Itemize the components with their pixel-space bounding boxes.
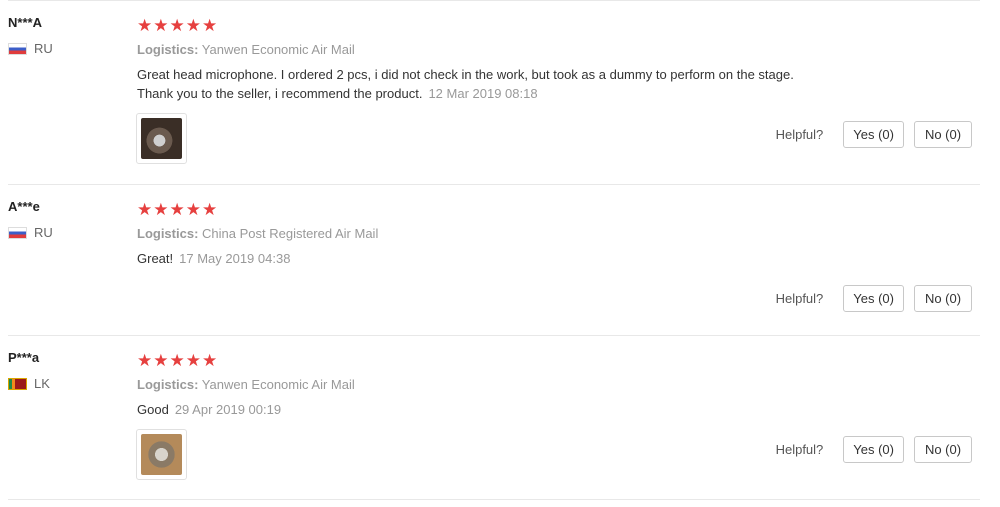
- review-photo-thumbnail[interactable]: [136, 113, 187, 164]
- helpful-vote: Helpful? Yes (0) No (0): [776, 436, 972, 463]
- helpful-vote: Helpful? Yes (0) No (0): [776, 121, 972, 148]
- star-icon: ★: [169, 351, 185, 371]
- review-text: Great head microphone. I ordered 2 pcs, …: [137, 65, 977, 103]
- helpful-label: Helpful?: [775, 442, 824, 457]
- buyer-country: RU: [8, 225, 128, 240]
- review-photo: [141, 118, 182, 159]
- buyer-name: N***A: [8, 15, 42, 30]
- star-icon: ★: [202, 200, 218, 220]
- logistics-label: Logistics:: [137, 377, 199, 392]
- russia-flag-icon: [8, 42, 27, 55]
- star-icon: ★: [153, 351, 169, 371]
- helpful-label: Helpful?: [775, 127, 824, 142]
- review-text-line: Great head microphone. I ordered 2 pcs, …: [137, 67, 794, 82]
- star-icon: ★: [137, 16, 153, 36]
- review-date: 12 Mar 2019 08:18: [428, 86, 538, 101]
- star-icon: ★: [153, 200, 169, 220]
- logistics-value: Yanwen Economic Air Mail: [201, 42, 355, 57]
- buyer-info: P***a LK: [8, 350, 128, 391]
- star-icon: ★: [153, 16, 169, 36]
- country-code: LK: [34, 376, 50, 391]
- russia-flag-icon: [8, 226, 27, 239]
- helpful-yes-button[interactable]: Yes (0): [843, 121, 904, 148]
- helpful-no-button[interactable]: No (0): [914, 436, 972, 463]
- country-code: RU: [34, 41, 53, 56]
- star-icon: ★: [169, 200, 185, 220]
- buyer-info: N***A RU: [8, 15, 128, 56]
- feedback-list: N***A RU ★ ★ ★ ★ ★ Logistics: Yanwen Eco…: [0, 0, 1000, 507]
- review-item: A***e RU ★ ★ ★ ★ ★ Logistics: China Post…: [8, 184, 980, 335]
- review-text-line: Great!: [137, 251, 174, 266]
- review-text-line: Thank you to the seller, i recommend the…: [137, 86, 423, 101]
- star-icon: ★: [185, 16, 201, 36]
- helpful-label: Helpful?: [775, 291, 824, 306]
- buyer-info: A***e RU: [8, 199, 128, 240]
- star-icon: ★: [137, 351, 153, 371]
- helpful-yes-button[interactable]: Yes (0): [843, 285, 904, 312]
- logistics-label: Logistics:: [137, 226, 199, 241]
- review-item: N***A RU ★ ★ ★ ★ ★ Logistics: Yanwen Eco…: [8, 0, 980, 184]
- star-icon: ★: [169, 16, 185, 36]
- review-content: ★ ★ ★ ★ ★ Logistics: Yanwen Economic Air…: [137, 17, 977, 103]
- star-rating: ★ ★ ★ ★ ★: [137, 352, 977, 370]
- review-photo: [141, 434, 182, 475]
- review-item: P***a LK ★ ★ ★ ★ ★ Logistics: Yanwen Eco…: [8, 335, 980, 500]
- star-icon: ★: [185, 351, 201, 371]
- helpful-no-button[interactable]: No (0): [914, 285, 972, 312]
- logistics-info: Logistics: China Post Registered Air Mai…: [137, 225, 977, 243]
- buyer-name: P***a: [8, 350, 40, 365]
- buyer-country: LK: [8, 376, 128, 391]
- review-date: 17 May 2019 04:38: [179, 251, 291, 266]
- review-content: ★ ★ ★ ★ ★ Logistics: China Post Register…: [137, 201, 977, 268]
- star-icon: ★: [202, 351, 218, 371]
- review-text-line: Good: [137, 402, 169, 417]
- star-rating: ★ ★ ★ ★ ★: [137, 17, 977, 35]
- star-icon: ★: [185, 200, 201, 220]
- review-date: 29 Apr 2019 00:19: [174, 402, 282, 417]
- logistics-label: Logistics:: [137, 42, 199, 57]
- country-code: RU: [34, 225, 53, 240]
- review-photo-thumbnail[interactable]: [136, 429, 187, 480]
- buyer-country: RU: [8, 41, 128, 56]
- star-icon: ★: [137, 200, 153, 220]
- sri-lanka-flag-icon: [8, 377, 27, 390]
- logistics-info: Logistics: Yanwen Economic Air Mail: [137, 376, 977, 394]
- buyer-name: A***e: [8, 199, 40, 214]
- review-text: Great! 17 May 2019 04:38: [137, 249, 977, 268]
- logistics-info: Logistics: Yanwen Economic Air Mail: [137, 41, 977, 59]
- logistics-value: China Post Registered Air Mail: [202, 226, 379, 241]
- star-icon: ★: [202, 16, 218, 36]
- logistics-value: Yanwen Economic Air Mail: [201, 377, 355, 392]
- star-rating: ★ ★ ★ ★ ★: [137, 201, 977, 219]
- helpful-vote: Helpful? Yes (0) No (0): [776, 285, 972, 312]
- helpful-no-button[interactable]: No (0): [914, 121, 972, 148]
- helpful-yes-button[interactable]: Yes (0): [843, 436, 904, 463]
- review-text: Good 29 Apr 2019 00:19: [137, 400, 977, 419]
- review-content: ★ ★ ★ ★ ★ Logistics: Yanwen Economic Air…: [137, 352, 977, 419]
